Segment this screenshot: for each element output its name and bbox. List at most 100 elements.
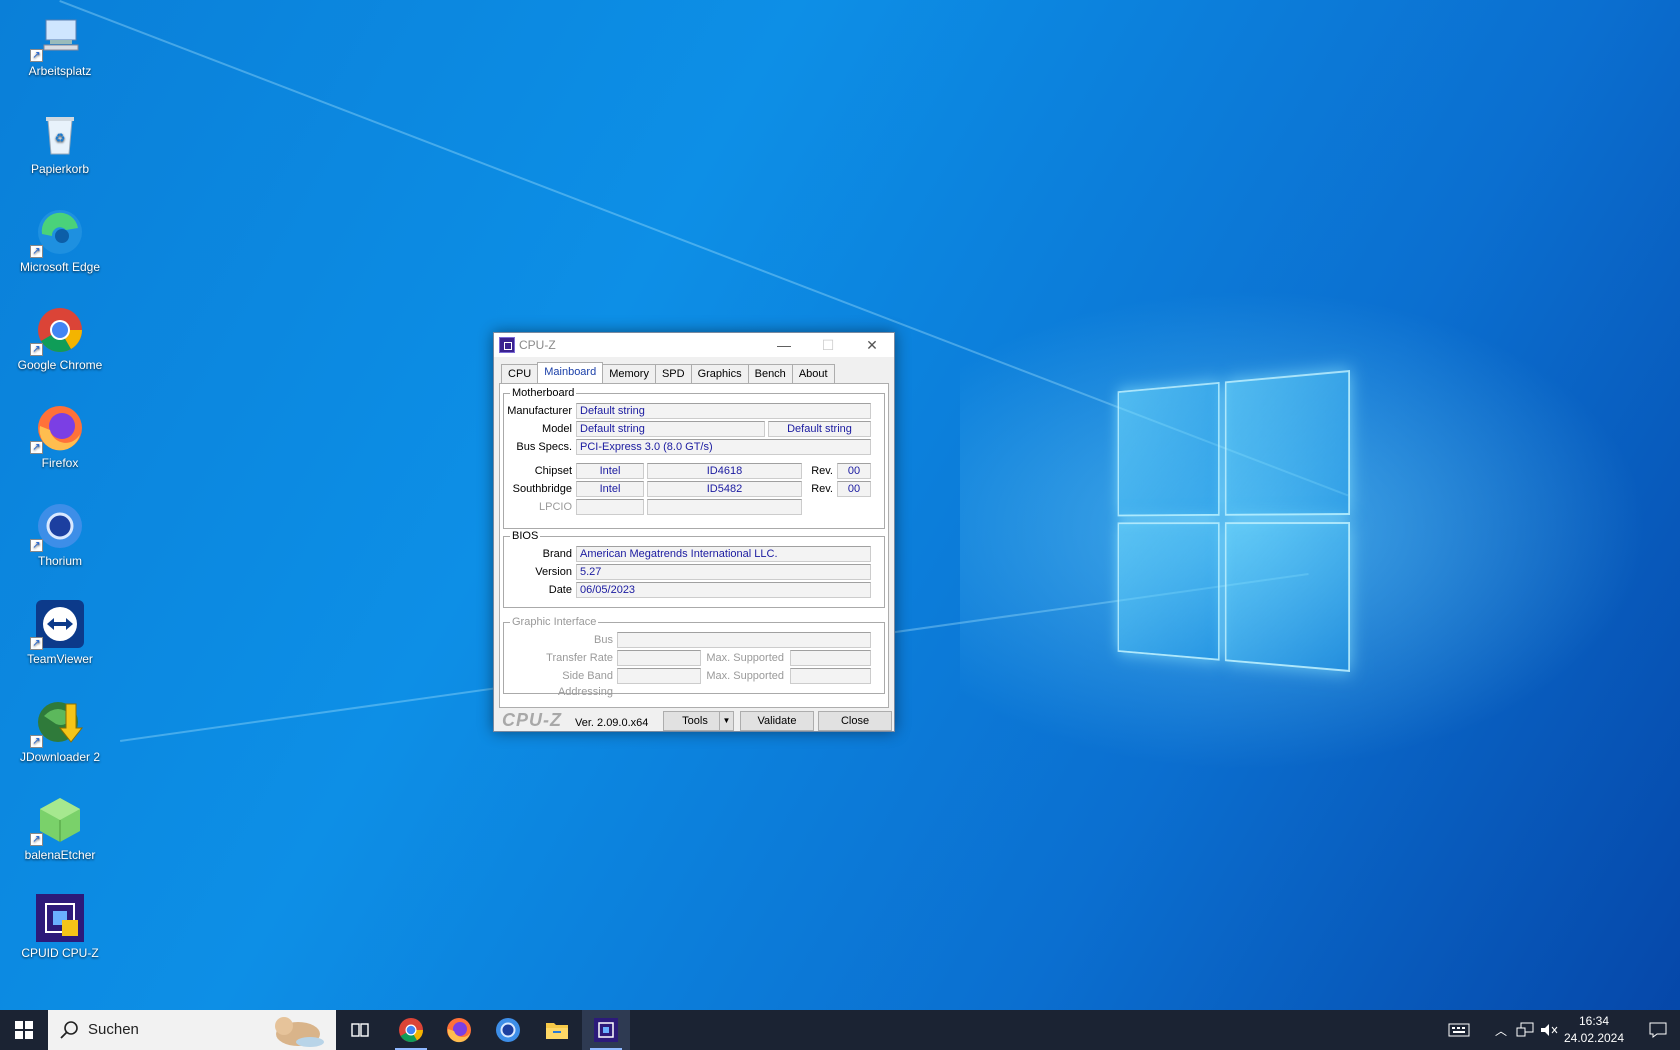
gi-bus-value bbox=[617, 632, 871, 648]
desktop-icon-thorium[interactable]: ↗ Thorium bbox=[8, 496, 112, 586]
tab-memory[interactable]: Memory bbox=[602, 364, 656, 383]
taskbar-thorium[interactable] bbox=[484, 1010, 532, 1050]
chipset-vendor-value: Intel bbox=[576, 463, 644, 479]
thorium-icon bbox=[496, 1018, 520, 1042]
recycle-bin-icon: ♻ bbox=[36, 110, 84, 158]
gi-max-supported-value-2 bbox=[790, 668, 871, 684]
action-center-button[interactable] bbox=[1636, 1010, 1680, 1050]
task-view-icon bbox=[351, 1023, 369, 1037]
tab-graphics[interactable]: Graphics bbox=[690, 364, 749, 383]
clock-time: 16:34 bbox=[1578, 1014, 1610, 1028]
taskbar-firefox[interactable] bbox=[435, 1010, 483, 1050]
desktop-icon-balenaetcher[interactable]: ↗ balenaEtcher bbox=[8, 790, 112, 880]
start-button[interactable] bbox=[0, 1010, 48, 1050]
mainboard-panel: Motherboard Manufacturer Default string … bbox=[499, 383, 889, 708]
bios-legend: BIOS bbox=[512, 530, 539, 542]
bus-specs-label: Bus Specs. bbox=[516, 441, 572, 453]
clock[interactable]: 16:34 24.02.2024 bbox=[1562, 1010, 1626, 1050]
validate-button[interactable]: Validate bbox=[740, 711, 814, 731]
chipset-rev-label: Rev. bbox=[811, 465, 833, 477]
gi-max-supported-label: Max. Supported bbox=[706, 652, 784, 664]
window-footer: CPU-Z Ver. 2.09.0.x64 Tools ▼ Validate C… bbox=[494, 708, 894, 732]
southbridge-rev-value: 00 bbox=[837, 481, 871, 497]
keyboard-icon bbox=[1448, 1023, 1470, 1037]
motherboard-legend: Motherboard bbox=[512, 387, 575, 399]
bios-brand-label: Brand bbox=[542, 548, 572, 560]
lpcio-id-value bbox=[647, 499, 802, 515]
thorium-icon: ↗ bbox=[30, 502, 84, 552]
task-view-button[interactable] bbox=[336, 1010, 384, 1050]
bios-version-value: 5.27 bbox=[576, 564, 871, 580]
network-button[interactable] bbox=[1514, 1010, 1536, 1050]
cpuz-window: CPU-Z — ☐ ✕ CPU Mainboard Memory SPD Gra… bbox=[493, 332, 895, 732]
bios-version-label: Version bbox=[535, 566, 572, 578]
lpcio-vendor-value bbox=[576, 499, 644, 515]
desktop-icon-arbeitsplatz[interactable]: ↗ Arbeitsplatz bbox=[8, 6, 112, 96]
keyboard-layout-button[interactable] bbox=[1444, 1010, 1474, 1050]
desktop-icon-firefox[interactable]: ↗ Firefox bbox=[8, 398, 112, 488]
bus-specs-value: PCI-Express 3.0 (8.0 GT/s) bbox=[576, 439, 871, 455]
gi-max-supported-label-2: Max. Supported bbox=[706, 670, 784, 682]
taskbar-file-explorer[interactable] bbox=[533, 1010, 581, 1050]
svg-text:♻: ♻ bbox=[55, 131, 66, 145]
southbridge-id-value: ID5482 bbox=[647, 481, 802, 497]
minimize-button[interactable]: — bbox=[762, 333, 806, 357]
tools-dropdown-arrow[interactable]: ▼ bbox=[719, 711, 734, 731]
desktop-icon-cpuz[interactable]: CPUID CPU-Z bbox=[8, 888, 112, 978]
chrome-icon: ↗ bbox=[30, 306, 84, 356]
lpcio-label: LPCIO bbox=[538, 501, 572, 513]
computer-icon: ↗ bbox=[30, 12, 84, 62]
volume-muted-icon bbox=[1541, 1024, 1558, 1036]
tab-bench[interactable]: Bench bbox=[747, 364, 793, 383]
model-value: Default string bbox=[576, 421, 765, 437]
firefox-icon bbox=[447, 1018, 471, 1043]
windows-start-icon bbox=[15, 1021, 33, 1039]
gi-bus-label: Bus bbox=[594, 634, 613, 646]
show-hidden-icons-button[interactable]: ︿ bbox=[1492, 1010, 1510, 1050]
tab-cpu[interactable]: CPU bbox=[501, 364, 539, 383]
tab-about[interactable]: About bbox=[791, 364, 835, 383]
chipset-id-value: ID4618 bbox=[647, 463, 802, 479]
firefox-icon: ↗ bbox=[30, 404, 84, 454]
title-bar[interactable]: CPU-Z — ☐ ✕ bbox=[494, 333, 894, 357]
model-revision-value: Default string bbox=[768, 421, 871, 437]
tab-spd[interactable]: SPD bbox=[654, 364, 692, 383]
cpuz-icon bbox=[594, 1018, 618, 1042]
gi-side-band-value bbox=[617, 668, 701, 684]
maximize-button[interactable]: ☐ bbox=[806, 333, 850, 357]
edge-icon: ↗ bbox=[30, 208, 84, 258]
volume-button[interactable] bbox=[1538, 1010, 1560, 1050]
search-box[interactable]: Suchen bbox=[48, 1010, 336, 1050]
chipset-rev-value: 00 bbox=[837, 463, 871, 479]
close-window-button[interactable]: ✕ bbox=[850, 333, 894, 357]
taskbar: Suchen ︿ 16:34 24.02.2024 bbox=[0, 1010, 1680, 1050]
manufacturer-label: Manufacturer bbox=[507, 405, 572, 417]
gi-transfer-rate-value bbox=[617, 650, 701, 666]
desktop-icon-papierkorb[interactable]: ♻ Papierkorb bbox=[8, 104, 112, 194]
desktop-icon-jdownloader[interactable]: ↗ JDownloader 2 bbox=[8, 692, 112, 782]
bios-date-value: 06/05/2023 bbox=[576, 582, 871, 598]
graphic-interface-legend: Graphic Interface bbox=[512, 616, 597, 628]
balenaetcher-icon: ↗ bbox=[30, 796, 84, 846]
model-label: Model bbox=[542, 423, 572, 435]
search-icon bbox=[60, 1021, 78, 1039]
bios-date-label: Date bbox=[548, 584, 572, 596]
desktop-icon-teamviewer[interactable]: ↗ TeamViewer bbox=[8, 594, 112, 684]
gi-max-supported-value bbox=[790, 650, 871, 666]
tab-mainboard[interactable]: Mainboard bbox=[537, 362, 604, 383]
cpuz-icon bbox=[36, 894, 84, 942]
tools-button[interactable]: Tools bbox=[663, 711, 727, 731]
chevron-up-icon: ︿ bbox=[1494, 1023, 1507, 1038]
taskbar-chrome[interactable] bbox=[387, 1010, 435, 1050]
file-explorer-icon bbox=[546, 1023, 568, 1039]
cpuz-brand-logo: CPU-Z bbox=[502, 710, 562, 730]
desktop-icon-edge[interactable]: ↗ Microsoft Edge bbox=[8, 202, 112, 292]
bios-brand-value: American Megatrends International LLC. bbox=[576, 546, 871, 562]
desktop-icon-chrome[interactable]: ↗ Google Chrome bbox=[8, 300, 112, 390]
version-text: Ver. 2.09.0.x64 bbox=[575, 717, 649, 729]
taskbar-cpuz[interactable] bbox=[582, 1010, 630, 1050]
gi-transfer-rate-label: Transfer Rate bbox=[546, 652, 613, 664]
close-button[interactable]: Close bbox=[818, 711, 892, 731]
southbridge-rev-label: Rev. bbox=[811, 483, 833, 495]
manufacturer-value: Default string bbox=[576, 403, 871, 419]
